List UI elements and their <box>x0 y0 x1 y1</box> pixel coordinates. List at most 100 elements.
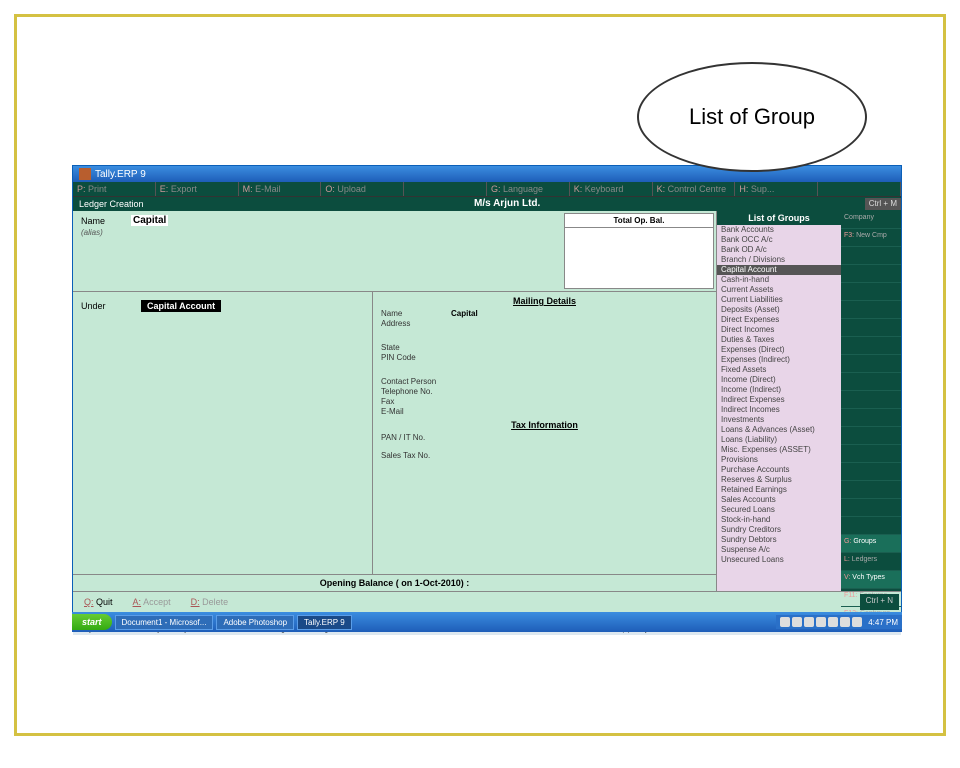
mailing-name-label: Name <box>381 309 451 318</box>
group-list-item[interactable]: Income (Indirect) <box>717 385 841 395</box>
group-list-item[interactable]: Fixed Assets <box>717 365 841 375</box>
tray-icon[interactable] <box>852 617 862 627</box>
windows-taskbar: start Document1 - Microsof...Adobe Photo… <box>72 612 902 632</box>
name-input[interactable]: Capital <box>131 215 168 226</box>
bottom-toolbar: Q: Quit A: Accept D: Delete Ctrl + N <box>73 591 901 612</box>
right-panel-button <box>841 517 901 535</box>
pan-it-label: PAN / IT No. <box>381 433 451 442</box>
group-list-item[interactable]: Retained Earnings <box>717 485 841 495</box>
tray-icon[interactable] <box>780 617 790 627</box>
accept-button[interactable]: A: Accept <box>124 594 180 610</box>
group-list-item[interactable]: Bank OCC A/c <box>717 235 841 245</box>
right-panel-button <box>841 301 901 319</box>
right-panel-button <box>841 337 901 355</box>
delete-button[interactable]: D: Delete <box>182 594 238 610</box>
top-menu-item[interactable]: G: Language <box>487 182 570 196</box>
under-label: Under <box>81 301 141 311</box>
group-list-item[interactable]: Indirect Incomes <box>717 405 841 415</box>
taskbar-item[interactable]: Tally.ERP 9 <box>297 615 352 630</box>
taskbar-item[interactable]: Document1 - Microsof... <box>115 615 214 630</box>
top-menu-item[interactable]: H: Sup... <box>735 182 818 196</box>
group-list-item[interactable]: Bank OD A/c <box>717 245 841 255</box>
group-list-item[interactable]: Reserves & Surplus <box>717 475 841 485</box>
mailing-name-value[interactable]: Capital <box>451 309 478 318</box>
group-list-item[interactable]: Capital Account <box>717 265 841 275</box>
top-menu-item[interactable]: M: E-Mail <box>239 182 322 196</box>
tray-icon[interactable] <box>828 617 838 627</box>
ctrl-m-hint: Ctrl + M <box>865 198 901 210</box>
state-label: State <box>381 343 451 352</box>
email-label: E-Mail <box>381 407 451 416</box>
tally-window: Tally.ERP 9 P: PrintE: ExportM: E-MailO:… <box>72 165 902 625</box>
quit-button[interactable]: Q: Quit <box>75 594 122 610</box>
group-list-item[interactable]: Branch / Divisions <box>717 255 841 265</box>
group-list-item[interactable]: Purchase Accounts <box>717 465 841 475</box>
callout-text: List of Group <box>689 104 815 130</box>
group-list-item[interactable]: Expenses (Indirect) <box>717 355 841 365</box>
top-menu-item[interactable]: K: Keyboard <box>570 182 653 196</box>
address-label: Address <box>381 319 451 328</box>
system-tray[interactable]: 4:47 PM <box>776 615 902 629</box>
tray-icon[interactable] <box>792 617 802 627</box>
top-menu-item[interactable]: P: Print <box>73 182 156 196</box>
group-list-item[interactable]: Provisions <box>717 455 841 465</box>
top-menu-item[interactable]: E: Export <box>156 182 239 196</box>
sales-tax-label: Sales Tax No. <box>381 451 451 460</box>
header-bar: Ledger Creation M/s Arjun Ltd. Ctrl + M <box>73 197 901 211</box>
group-list-item[interactable]: Current Assets <box>717 285 841 295</box>
group-list-item[interactable]: Direct Incomes <box>717 325 841 335</box>
right-panel-button <box>841 319 901 337</box>
top-menu-item[interactable]: K: Control Centre <box>653 182 736 196</box>
telephone-label: Telephone No. <box>381 387 451 396</box>
tray-icon[interactable] <box>816 617 826 627</box>
group-list-item[interactable]: Loans (Liability) <box>717 435 841 445</box>
right-panel-button[interactable]: L: Ledgers <box>841 553 901 571</box>
tray-icon[interactable] <box>840 617 850 627</box>
right-panel-button[interactable]: G: Groups <box>841 535 901 553</box>
under-value[interactable]: Capital Account <box>141 300 221 312</box>
right-panel-button <box>841 427 901 445</box>
group-list-item[interactable]: Indirect Expenses <box>717 395 841 405</box>
total-op-bal-header: Total Op. Bal. <box>565 214 713 228</box>
group-list-item[interactable]: Duties & Taxes <box>717 335 841 345</box>
group-list-item[interactable]: Sundry Creditors <box>717 525 841 535</box>
group-list-item[interactable]: Income (Direct) <box>717 375 841 385</box>
name-label: Name <box>81 216 131 226</box>
group-list-item[interactable]: Suspense A/c <box>717 545 841 555</box>
group-list-item[interactable]: Current Liabilities <box>717 295 841 305</box>
group-list-item[interactable]: Sales Accounts <box>717 495 841 505</box>
group-list-item[interactable]: Misc. Expenses (ASSET) <box>717 445 841 455</box>
right-panel-button[interactable]: F3: New Cmp <box>841 229 901 247</box>
fax-label: Fax <box>381 397 451 406</box>
group-list-item[interactable]: Unsecured Loans <box>717 555 841 565</box>
top-menu-item[interactable] <box>818 182 901 196</box>
group-list-item[interactable]: Deposits (Asset) <box>717 305 841 315</box>
right-panel-button <box>841 481 901 499</box>
company-name: M/s Arjun Ltd. <box>150 198 865 210</box>
group-list-item[interactable]: Investments <box>717 415 841 425</box>
total-op-bal-panel: Total Op. Bal. <box>564 213 714 289</box>
top-menu-item[interactable]: O: Upload <box>321 182 404 196</box>
right-panel-button <box>841 391 901 409</box>
ledger-form: Name Capital (alias) Total Op. Bal. Unde… <box>73 211 716 591</box>
right-panel-button[interactable]: V: Vch Types <box>841 571 901 589</box>
ctrl-n-hint: Ctrl + N <box>860 594 899 610</box>
right-panel-button <box>841 445 901 463</box>
top-menu-item[interactable] <box>404 182 487 196</box>
group-list-item[interactable]: Loans & Advances (Asset) <box>717 425 841 435</box>
pincode-label: PIN Code <box>381 353 451 362</box>
contact-person-label: Contact Person <box>381 377 451 386</box>
tray-icon[interactable] <box>804 617 814 627</box>
right-panel-button <box>841 283 901 301</box>
group-list-item[interactable]: Secured Loans <box>717 505 841 515</box>
taskbar-item[interactable]: Adobe Photoshop <box>216 615 294 630</box>
right-panel-button[interactable]: Company <box>841 211 901 229</box>
group-list-item[interactable]: Expenses (Direct) <box>717 345 841 355</box>
group-list-item[interactable]: Sundry Debtors <box>717 535 841 545</box>
start-button[interactable]: start <box>72 614 112 630</box>
alias-label: (alias) <box>81 228 554 237</box>
group-list-item[interactable]: Stock-in-hand <box>717 515 841 525</box>
group-list-item[interactable]: Direct Expenses <box>717 315 841 325</box>
group-list-item[interactable]: Cash-in-hand <box>717 275 841 285</box>
group-list-item[interactable]: Bank Accounts <box>717 225 841 235</box>
